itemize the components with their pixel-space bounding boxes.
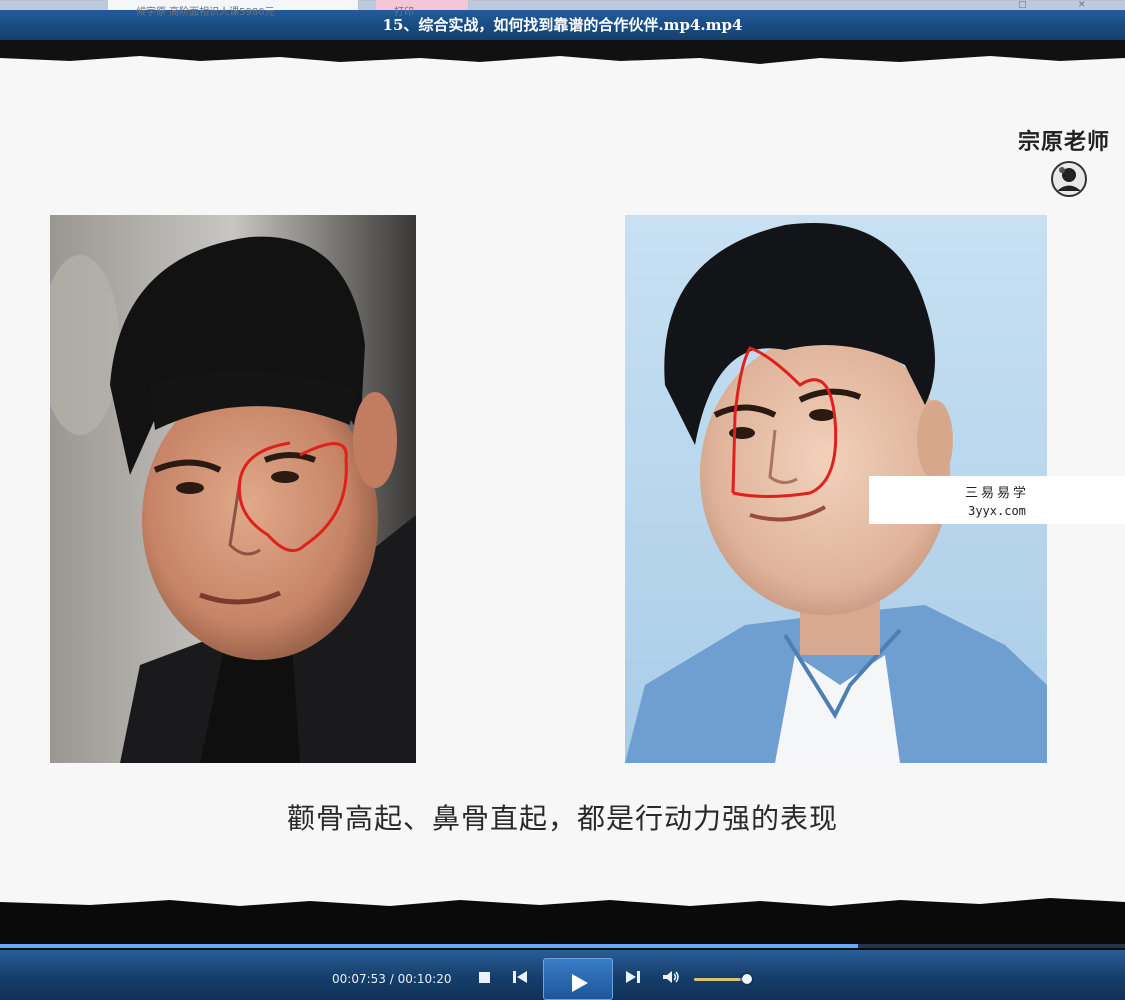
video-title: 15、综合实战，如何找到靠谱的合作伙伴.mp4.mp4 bbox=[382, 16, 743, 34]
video-player-window: 候宇原 高阶面相识人课5980元 打印 □ ✕ 15、综合实战，如何找到靠谱的合… bbox=[0, 0, 1125, 1000]
background-tab[interactable]: 候宇原 高阶面相识人课5980元 bbox=[108, 0, 359, 18]
close-icon[interactable]: ✕ bbox=[1078, 1, 1086, 10]
previous-icon[interactable] bbox=[510, 967, 530, 987]
volume-icon[interactable] bbox=[661, 967, 681, 987]
volume-slider[interactable] bbox=[694, 978, 748, 981]
time-separator: / bbox=[389, 972, 398, 986]
volume-slider-fill bbox=[694, 978, 740, 981]
control-bar: 00:07:53 / 00:10:20 bbox=[0, 950, 1125, 1000]
slide-caption: 颧骨高起、鼻骨直起，都是行动力强的表现 bbox=[286, 802, 838, 835]
watermark-title: 三易易学 bbox=[964, 486, 1029, 501]
current-time: 00:07:53 bbox=[332, 972, 386, 986]
seek-bar[interactable] bbox=[0, 944, 1125, 948]
portrait-left-image bbox=[50, 215, 416, 763]
watermark-url: 3yyx.com bbox=[968, 504, 1026, 518]
volume-slider-handle[interactable] bbox=[742, 974, 752, 984]
brand-avatar-icon bbox=[1051, 161, 1087, 197]
torn-paper-top bbox=[0, 52, 1125, 64]
play-button[interactable] bbox=[543, 958, 613, 1000]
minimize-icon[interactable]: □ bbox=[1018, 1, 1027, 10]
play-icon bbox=[572, 974, 588, 992]
brand-name: 宗原老师 bbox=[1018, 130, 1111, 155]
total-time: 00:10:20 bbox=[397, 972, 452, 986]
time-display: 00:07:53 / 00:10:20 bbox=[332, 972, 452, 986]
site-watermark: 三易易学 3yyx.com bbox=[869, 476, 1125, 524]
next-icon[interactable] bbox=[623, 967, 643, 987]
pink-tab[interactable]: 打印 bbox=[376, 0, 469, 18]
portrait-left bbox=[50, 215, 416, 763]
stop-icon[interactable] bbox=[475, 967, 495, 987]
seek-bar-fill bbox=[0, 944, 859, 948]
